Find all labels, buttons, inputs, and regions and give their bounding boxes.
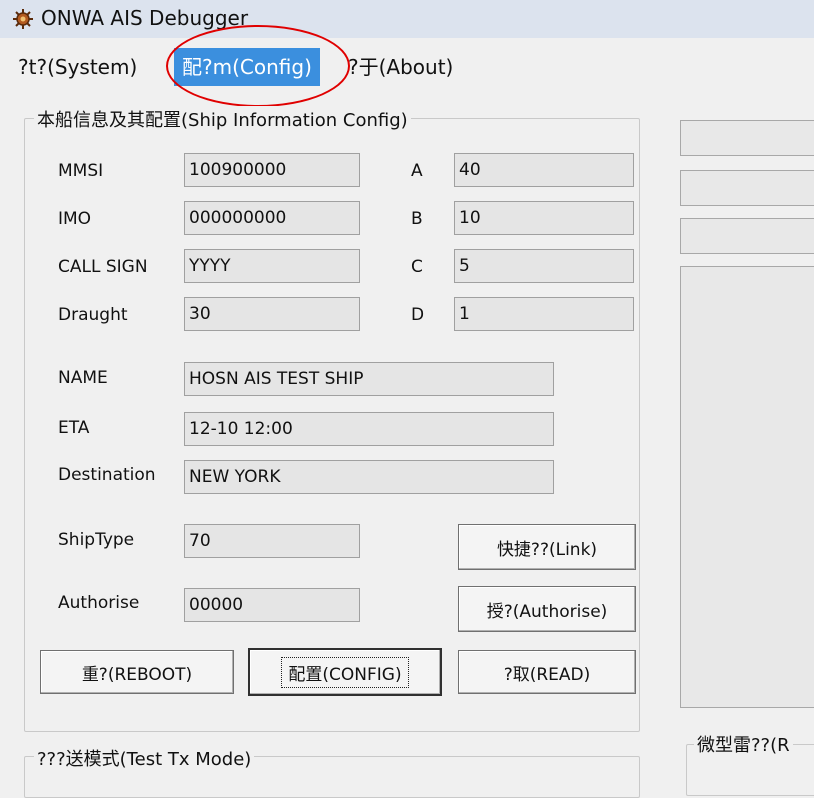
radar-title: 微型雷??(R xyxy=(694,731,793,757)
a-field[interactable]: 40 xyxy=(454,153,634,187)
label-authorise: Authorise xyxy=(58,593,140,613)
ship-config-title: 本船信息及其配置(Ship Information Config) xyxy=(34,106,411,132)
label-call-sign: CALL SIGN xyxy=(58,257,148,277)
destination-field[interactable]: NEW YORK xyxy=(184,460,554,494)
test-tx-title: ???送模式(Test Tx Mode) xyxy=(34,745,255,771)
label-c: C xyxy=(411,257,423,277)
label-a: A xyxy=(411,161,423,181)
label-b: B xyxy=(411,209,423,229)
authorise-button[interactable]: 授?(Authorise) xyxy=(458,586,636,632)
authorise-field[interactable]: 00000 xyxy=(184,588,360,622)
call-sign-field[interactable]: YYYY xyxy=(184,249,360,283)
right-status-bar-3 xyxy=(680,218,814,254)
right-output-panel xyxy=(680,266,814,708)
window-title: ONWA AIS Debugger xyxy=(41,6,249,30)
draught-field[interactable]: 30 xyxy=(184,297,360,331)
menu-about[interactable]: ?于(About) xyxy=(340,48,461,86)
right-status-bar-2 xyxy=(680,170,814,206)
label-draught: Draught xyxy=(58,305,128,325)
c-field[interactable]: 5 xyxy=(454,249,634,283)
label-eta: ETA xyxy=(58,418,90,438)
b-field[interactable]: 10 xyxy=(454,201,634,235)
ship-type-field[interactable]: 70 xyxy=(184,524,360,558)
config-button-label: 配置(CONFIG) xyxy=(281,656,409,688)
menu-config[interactable]: 配?m(Config) xyxy=(174,48,320,86)
label-mmsi: MMSI xyxy=(58,161,104,181)
link-button[interactable]: 快捷??(Link) xyxy=(458,524,636,570)
imo-field[interactable]: 000000000 xyxy=(184,201,360,235)
eta-field[interactable]: 12-10 12:00 xyxy=(184,412,554,446)
read-button[interactable]: ?取(READ) xyxy=(458,650,636,694)
label-ship-type: ShipType xyxy=(58,530,135,550)
label-imo: IMO xyxy=(58,209,92,229)
label-d: D xyxy=(411,305,425,325)
menu-system[interactable]: ?t?(System) xyxy=(10,48,145,86)
title-bar: ONWA AIS Debugger xyxy=(0,0,814,38)
right-status-bar-1 xyxy=(680,120,814,156)
mmsi-field[interactable]: 100900000 xyxy=(184,153,360,187)
config-button[interactable]: 配置(CONFIG) xyxy=(248,648,442,696)
label-destination: Destination xyxy=(58,465,156,485)
d-field[interactable]: 1 xyxy=(454,297,634,331)
label-name: NAME xyxy=(58,368,108,388)
name-field[interactable]: HOSN AIS TEST SHIP xyxy=(184,362,554,396)
reboot-button[interactable]: 重?(REBOOT) xyxy=(40,650,234,694)
bug-gear-icon xyxy=(13,9,33,29)
